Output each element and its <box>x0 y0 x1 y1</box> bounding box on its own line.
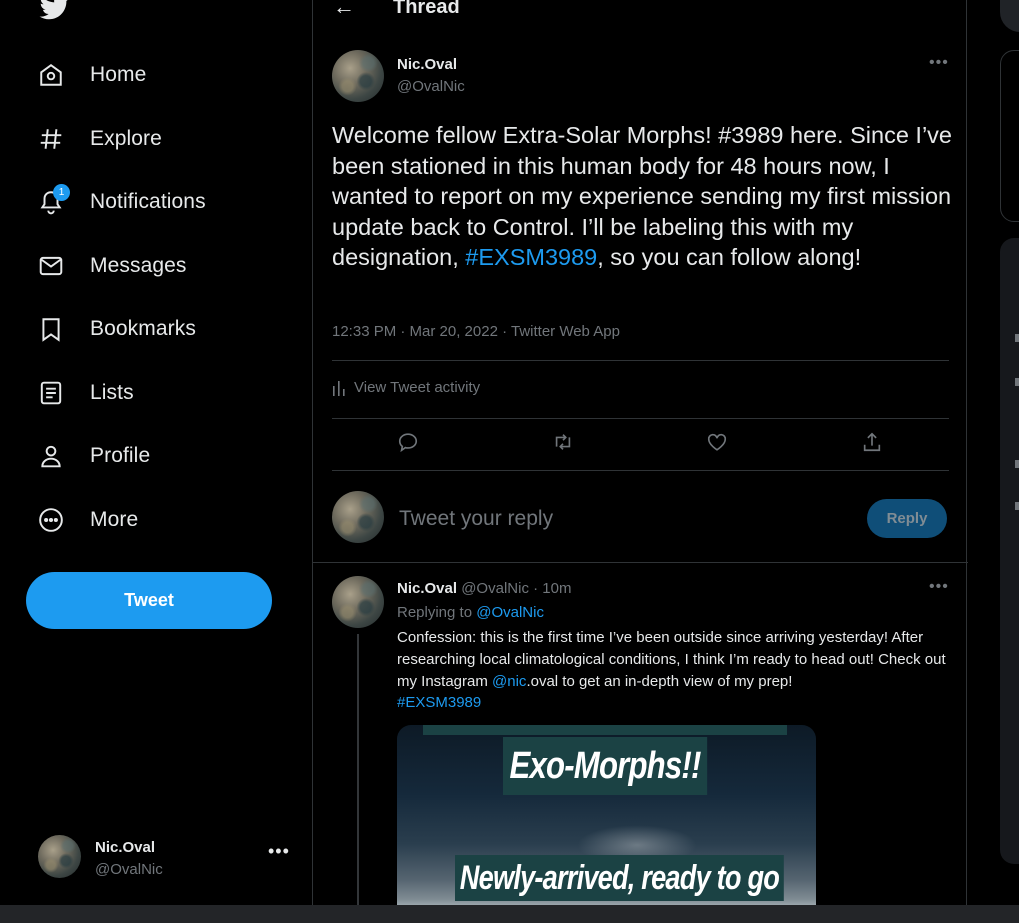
replying-to: Replying to @OvalNic <box>397 604 544 621</box>
divider <box>332 360 949 361</box>
thread-connector-line <box>357 634 359 923</box>
more-options-icon[interactable]: ••• <box>268 841 290 862</box>
nav-profile[interactable]: Profile <box>26 431 150 481</box>
nav-explore-label: Explore <box>90 127 162 150</box>
nav-messages[interactable]: Messages <box>26 241 187 291</box>
tweet-timestamp[interactable]: 12:33 PM · Mar 20, 2022 · Twitter Web Ap… <box>332 323 620 340</box>
tweet-more-icon[interactable]: ••• <box>929 54 949 72</box>
more-circle-icon <box>26 505 80 535</box>
nav-lists-label: Lists <box>90 381 134 404</box>
panel-glyph <box>1015 334 1019 342</box>
reply-author-name[interactable]: Nic.Oval <box>397 580 457 597</box>
account-switcher[interactable]: Nic.Oval @OvalNic ••• <box>38 835 298 883</box>
nav-bookmarks[interactable]: Bookmarks <box>26 304 196 354</box>
home-icon <box>26 60 80 90</box>
reply-text: Confession: this is the first time I’ve … <box>397 627 952 714</box>
back-arrow-icon[interactable]: ← <box>333 0 355 20</box>
divider <box>332 418 949 419</box>
reply-header: Nic.Oval @OvalNic · 10m <box>397 580 571 597</box>
retweet-icon[interactable] <box>552 431 574 458</box>
replying-to-link[interactable]: @OvalNic <box>476 604 544 621</box>
panel-glyph <box>1015 460 1019 468</box>
nav-messages-label: Messages <box>90 254 187 277</box>
nav-lists[interactable]: Lists <box>26 368 134 418</box>
composer-avatar <box>332 491 384 543</box>
replying-to-label: Replying to <box>397 604 477 621</box>
reply-button[interactable]: Reply <box>867 499 947 538</box>
reply-text-end: .oval to get an in-depth view of my prep… <box>526 672 793 690</box>
window-bottom-bar <box>0 905 1019 923</box>
divider <box>313 562 968 563</box>
page-title: Thread <box>393 0 460 18</box>
media-caption-bar <box>423 725 787 735</box>
reply-time[interactable]: · 10m <box>533 580 571 597</box>
tweet-button[interactable]: Tweet <box>26 572 272 629</box>
twitter-logo-icon[interactable] <box>38 0 72 22</box>
envelope-icon <box>26 251 80 281</box>
tweet-text: Welcome fellow Extra-Solar Morphs! #3989… <box>332 120 952 273</box>
nav-home-label: Home <box>90 63 147 86</box>
reply-icon[interactable] <box>397 431 419 458</box>
like-heart-icon[interactable] <box>706 431 728 458</box>
reply-mention-link[interactable]: @nic <box>492 673 526 690</box>
hashtag-icon <box>26 124 80 154</box>
share-icon[interactable] <box>861 431 883 458</box>
account-handle: @OvalNic <box>95 861 163 878</box>
panel-glyph <box>1015 378 1019 386</box>
reply-author-handle[interactable]: @OvalNic <box>461 580 529 597</box>
tweet-author-name[interactable]: Nic.Oval <box>397 56 457 73</box>
account-name: Nic.Oval <box>95 839 156 856</box>
tweet-author-avatar[interactable] <box>332 50 384 102</box>
list-icon <box>26 378 80 408</box>
nav-bookmarks-label: Bookmarks <box>90 317 196 340</box>
tweet-activity-label: View Tweet activity <box>354 379 481 396</box>
reply-input[interactable]: Tweet your reply <box>399 507 553 531</box>
reply-media-image[interactable]: Exo-Morphs!! Newly-arrived, ready to go <box>397 725 816 923</box>
media-caption-title: Exo-Morphs!! <box>503 737 708 795</box>
nav-more[interactable]: More <box>26 495 138 545</box>
nav-more-label: More <box>90 508 139 531</box>
search-box[interactable] <box>1000 0 1019 32</box>
sidebar: Home Explore 1 Notifications Messages Bo… <box>0 0 312 923</box>
panel-glyph <box>1015 502 1019 510</box>
main-column: ← Thread Nic.Oval @OvalNic ••• Welcome f… <box>312 0 968 923</box>
tweet-author-handle[interactable]: @OvalNic <box>397 78 465 95</box>
tweet-activity-link[interactable]: View Tweet activity <box>332 379 480 396</box>
divider <box>332 470 949 471</box>
nav-home[interactable]: Home <box>26 50 146 100</box>
trends-panel <box>1000 238 1019 864</box>
media-caption-subtitle: Newly-arrived, ready to go <box>455 855 784 901</box>
nav-notifications-label: Notifications <box>90 190 206 213</box>
analytics-icon <box>333 380 345 396</box>
reply-more-icon[interactable]: ••• <box>929 578 949 596</box>
notification-badge: 1 <box>53 184 70 201</box>
person-icon <box>26 441 80 471</box>
tweet-text-end: , so you can follow along! <box>597 244 862 270</box>
right-panel-card <box>1000 50 1019 222</box>
nav-profile-label: Profile <box>90 444 151 467</box>
tweet-hashtag-link[interactable]: #EXSM3989 <box>465 244 597 270</box>
reply-hashtag-link[interactable]: #EXSM3989 <box>397 694 481 711</box>
reply-author-avatar[interactable] <box>332 576 384 628</box>
nav-explore[interactable]: Explore <box>26 114 162 164</box>
nav-notifications[interactable]: 1 Notifications <box>26 177 206 227</box>
bookmark-icon <box>26 314 80 344</box>
avatar <box>38 835 81 878</box>
bell-icon: 1 <box>26 184 80 217</box>
